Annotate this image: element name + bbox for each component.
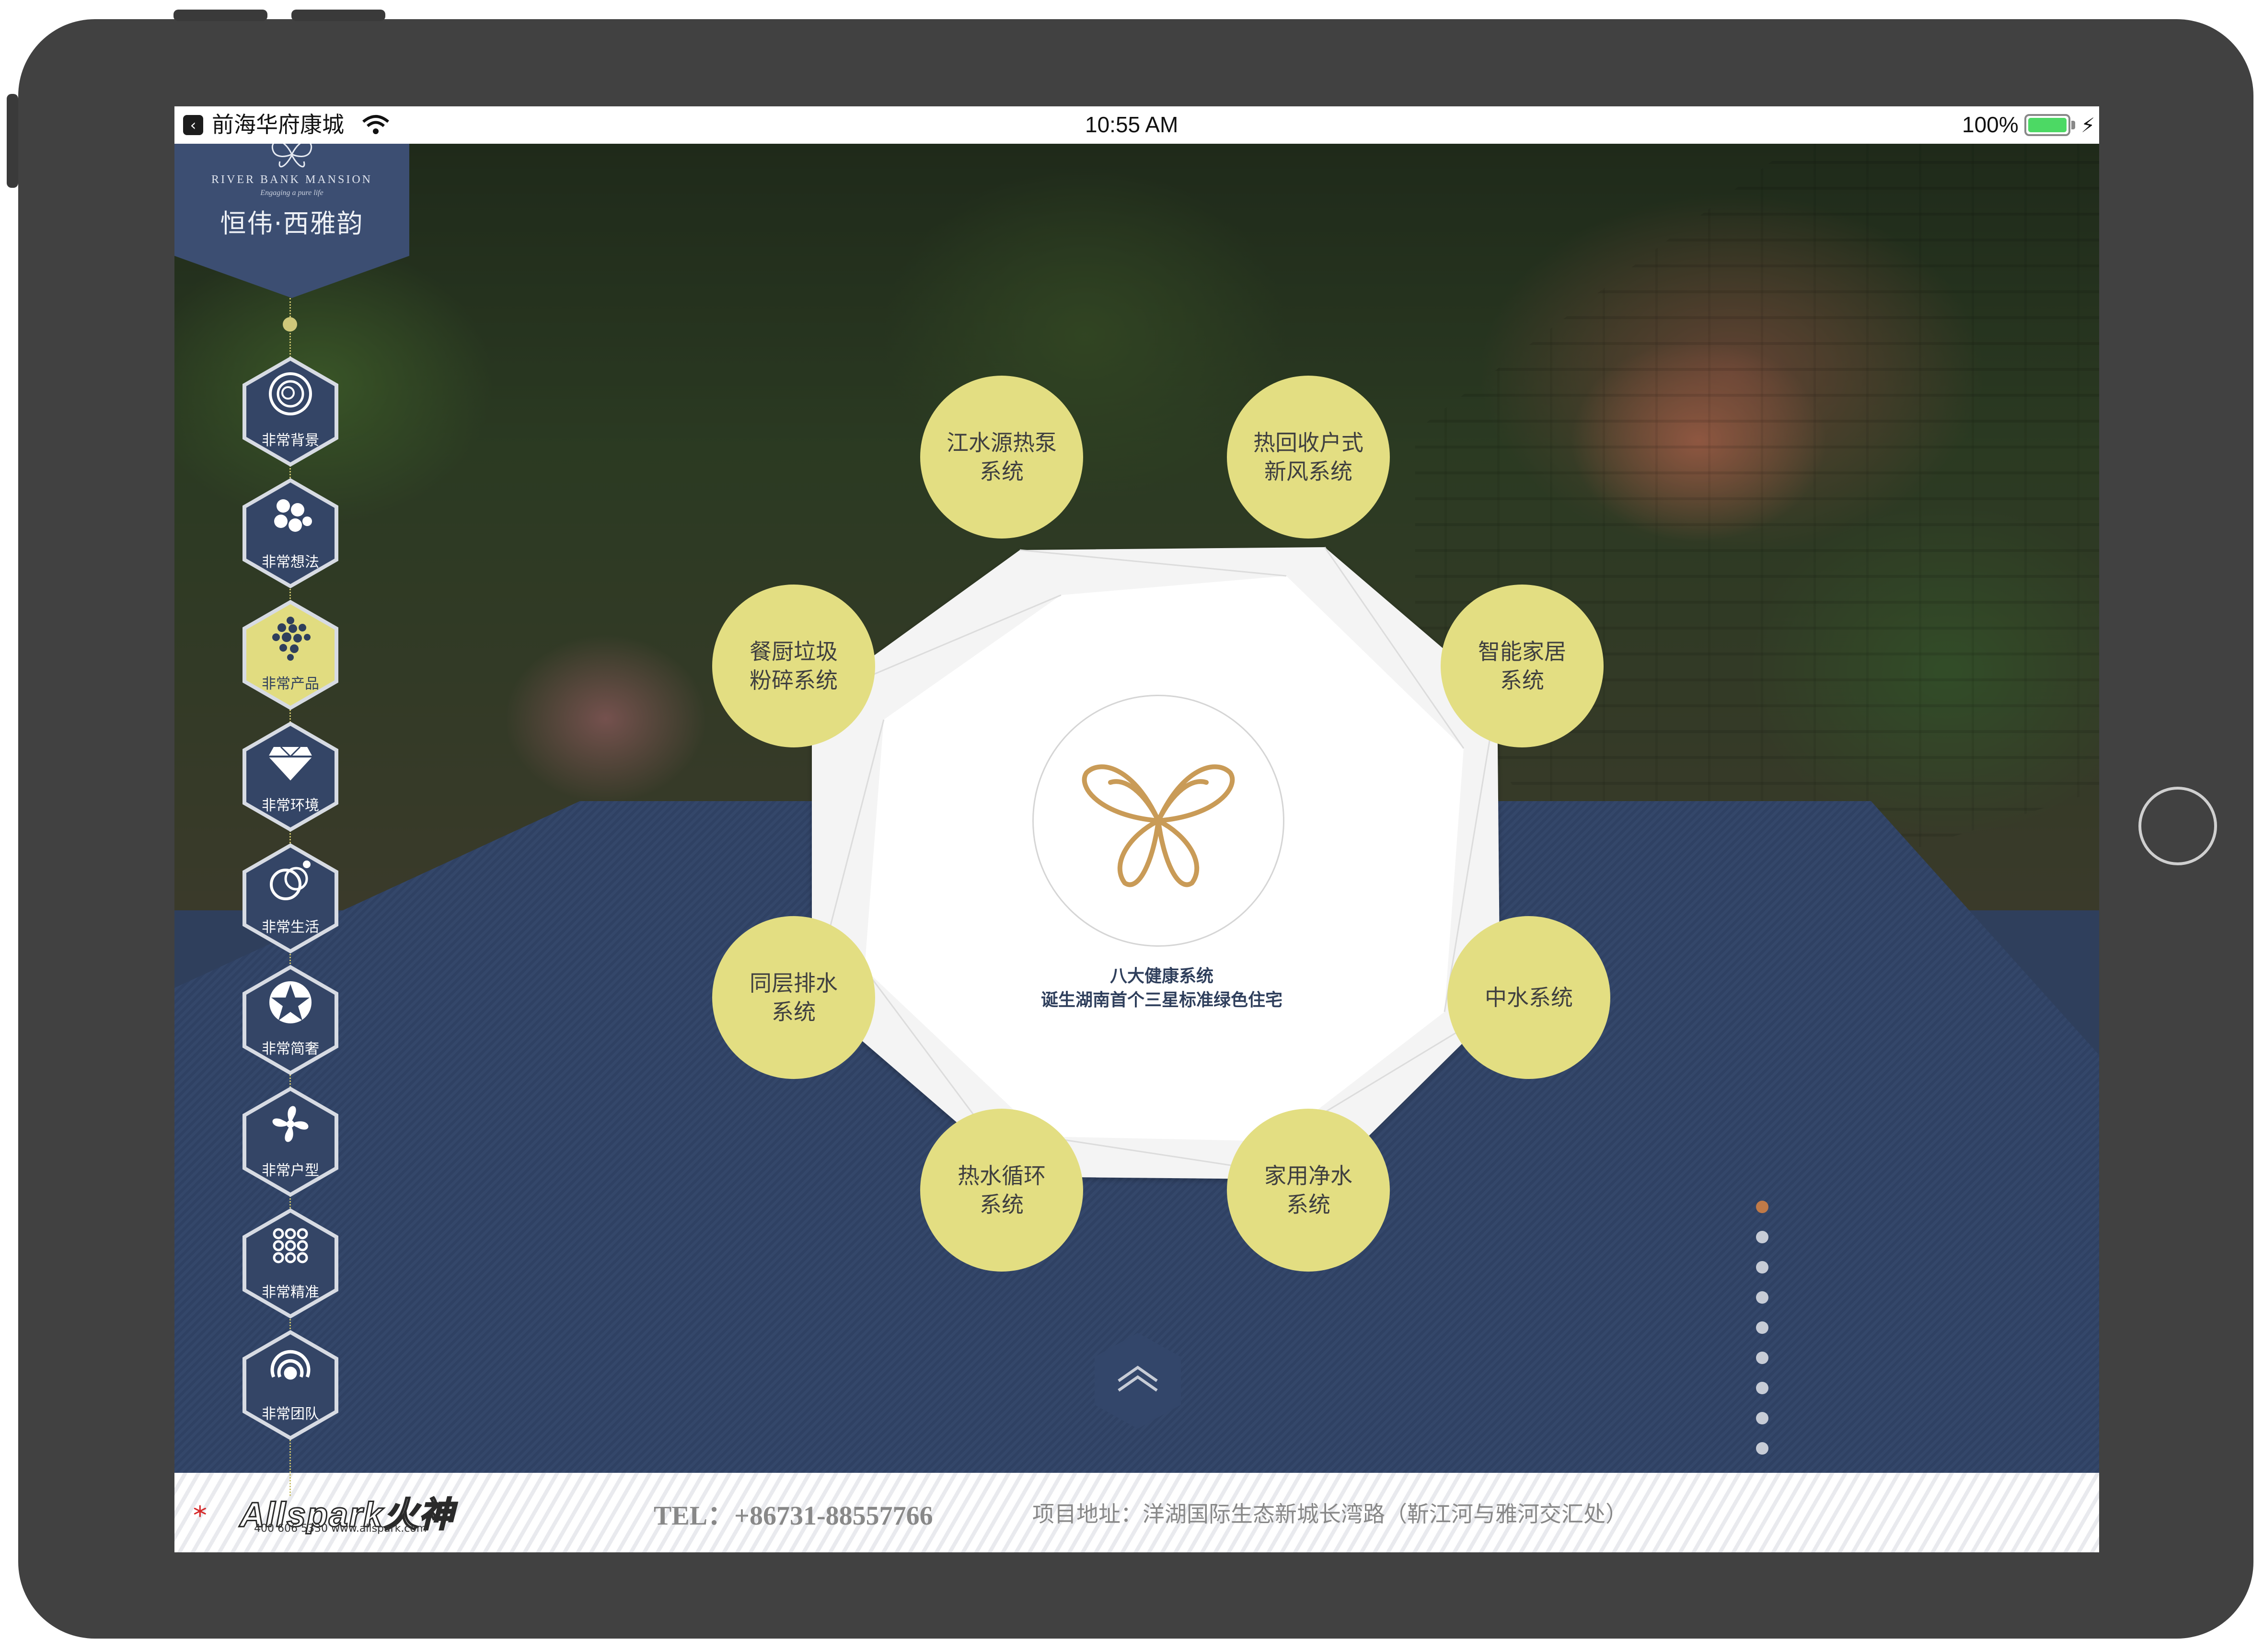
page-dot-4[interactable] bbox=[1756, 1291, 1768, 1304]
logo-tagline: Engaging a pure life bbox=[260, 189, 323, 197]
volume-button-bottom bbox=[291, 10, 385, 21]
rose-icon bbox=[269, 372, 312, 415]
page-dot-6[interactable] bbox=[1756, 1352, 1768, 1364]
diamond-icon bbox=[268, 746, 312, 780]
system-button-3[interactable]: 智能家居 系统 bbox=[1441, 585, 1604, 747]
footer-tel[interactable]: TEL：+86731-88557766 bbox=[654, 1494, 933, 1533]
rings-icon bbox=[270, 860, 311, 900]
center-caption-subtitle: 诞生湖南首个三星标准绿色住宅 bbox=[1040, 990, 1282, 1010]
grape-cluster-icon bbox=[272, 617, 311, 661]
page-dot-9[interactable] bbox=[1756, 1442, 1768, 1455]
status-time: 10:55 AM bbox=[1085, 112, 1178, 137]
status-app-name: 前海华府康城 bbox=[212, 112, 344, 137]
home-button[interactable] bbox=[2138, 787, 2217, 865]
page-dot-5[interactable] bbox=[1756, 1321, 1768, 1334]
sidebar-item-label: 非常户型 bbox=[262, 1162, 319, 1179]
sidebar-item-label: 非常精准 bbox=[262, 1284, 319, 1301]
battery-icon bbox=[2024, 114, 2070, 136]
volume-button-top bbox=[173, 10, 267, 21]
circles-cluster-icon bbox=[274, 499, 312, 532]
pinwheel-icon bbox=[272, 1106, 309, 1142]
sidebar-item-label: 非常背景 bbox=[262, 432, 319, 449]
system-button-5[interactable]: 家用净水 系统 bbox=[1227, 1109, 1390, 1272]
sidebar-item-label: 非常简奢 bbox=[262, 1041, 319, 1057]
center-caption-title: 八大健康系统 bbox=[1109, 966, 1213, 986]
chevron-up-icon bbox=[1118, 1365, 1158, 1392]
logo-english: RIVER BANK MANSION bbox=[211, 173, 372, 186]
wifi-icon bbox=[362, 115, 389, 134]
swirl-icon bbox=[270, 1350, 311, 1380]
sidebar-item-label: 非常生活 bbox=[262, 919, 319, 936]
system-button-6[interactable]: 热水循环 系统 bbox=[920, 1109, 1083, 1272]
sidebar-item-label: 非常团队 bbox=[262, 1406, 319, 1423]
golden-butterfly-icon bbox=[1082, 764, 1235, 887]
side-switch bbox=[7, 94, 18, 188]
dot-grid-icon bbox=[273, 1228, 308, 1263]
battery-percent: 100% bbox=[1962, 112, 2019, 137]
page-dot-1[interactable] bbox=[1756, 1201, 1768, 1213]
app-screen: ‹ 前海华府康城 10:55 AM 100% ⚡ RIVER BANK MANS… bbox=[174, 106, 2099, 1552]
footer-address: 项目地址：洋湖国际生态新城长湾路（靳江河与雅河交汇处） bbox=[1032, 1501, 1628, 1527]
center-emblem bbox=[1032, 695, 1284, 947]
footer-brand-sub: 400 606 5330 www.allspark.com bbox=[254, 1523, 427, 1535]
star-badge-icon bbox=[269, 981, 312, 1023]
page-indicator bbox=[1756, 1201, 1768, 1472]
status-bar: ‹ 前海华府康城 10:55 AM 100% ⚡ bbox=[174, 106, 2099, 144]
page-dot-3[interactable] bbox=[1756, 1261, 1768, 1273]
logo-chinese: 恒伟·西雅韵 bbox=[220, 208, 364, 239]
system-button-7[interactable]: 同层排水 系统 bbox=[712, 916, 875, 1079]
sidebar-item-label: 非常产品 bbox=[262, 676, 319, 692]
sidebar-item-label: 非常想法 bbox=[262, 554, 319, 571]
battery-tip bbox=[2071, 121, 2075, 129]
page-dot-2[interactable] bbox=[1756, 1231, 1768, 1243]
system-button-8[interactable]: 餐厨垃圾 粉碎系统 bbox=[712, 585, 875, 747]
system-button-4[interactable]: 中水系统 bbox=[1447, 916, 1610, 1079]
page-dot-8[interactable] bbox=[1756, 1412, 1768, 1424]
charging-icon: ⚡ bbox=[2081, 114, 2095, 137]
system-button-1[interactable]: 江水源热泵 系统 bbox=[920, 376, 1083, 539]
sidebar-item-label: 非常环境 bbox=[262, 797, 319, 814]
sidebar-start-dot bbox=[283, 317, 297, 332]
system-button-2[interactable]: 热回收户式 新风系统 bbox=[1227, 376, 1390, 539]
page-dot-7[interactable] bbox=[1756, 1382, 1768, 1394]
back-icon[interactable]: ‹ bbox=[183, 115, 203, 135]
